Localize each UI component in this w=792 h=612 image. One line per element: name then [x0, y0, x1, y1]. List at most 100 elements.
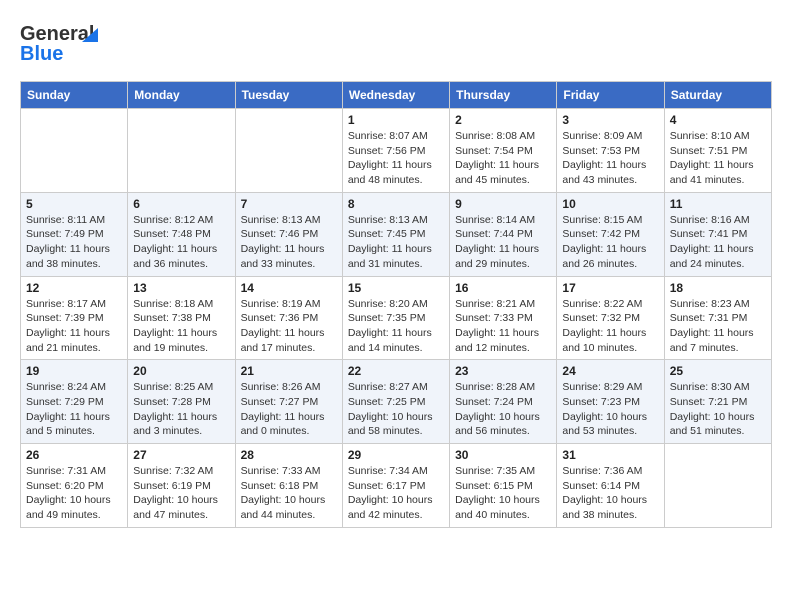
day-cell: 14 Sunrise: 8:19 AM Sunset: 7:36 PM Dayli…	[235, 276, 342, 360]
weekday-thursday: Thursday	[450, 82, 557, 109]
day-number: 22	[348, 364, 444, 378]
day-number: 6	[133, 197, 229, 211]
day-number: 19	[26, 364, 122, 378]
day-cell: 19 Sunrise: 8:24 AM Sunset: 7:29 PM Dayli…	[21, 360, 128, 444]
day-cell: 16Sunrise: 8:21 AM Sunset: 7:33 PM Dayli…	[450, 276, 557, 360]
day-info: Sunrise: 8:18 AM Sunset: 7:38 PM Dayligh…	[133, 297, 229, 356]
day-info: Sunrise: 8:26 AM Sunset: 7:27 PM Dayligh…	[241, 380, 337, 439]
week-row-4: 19 Sunrise: 8:24 AM Sunset: 7:29 PM Dayli…	[21, 360, 772, 444]
day-info: Sunrise: 8:27 AM Sunset: 7:25 PM Dayligh…	[348, 380, 444, 439]
day-cell: 9Sunrise: 8:14 AM Sunset: 7:44 PM Daylig…	[450, 192, 557, 276]
day-cell: 13 Sunrise: 8:18 AM Sunset: 7:38 PM Dayli…	[128, 276, 235, 360]
weekday-friday: Friday	[557, 82, 664, 109]
day-info: Sunrise: 8:11 AM Sunset: 7:49 PM Dayligh…	[26, 213, 122, 272]
day-info: Sunrise: 8:07 AM Sunset: 7:56 PM Dayligh…	[348, 129, 444, 188]
day-info: Sunrise: 8:08 AM Sunset: 7:54 PM Dayligh…	[455, 129, 551, 188]
day-cell: 7 Sunrise: 8:13 AM Sunset: 7:46 PM Daylig…	[235, 192, 342, 276]
day-cell: 27 Sunrise: 7:32 AM Sunset: 6:19 PM Dayli…	[128, 444, 235, 528]
day-info: Sunrise: 8:25 AM Sunset: 7:28 PM Dayligh…	[133, 380, 229, 439]
day-number: 24	[562, 364, 658, 378]
week-row-3: 12Sunrise: 8:17 AM Sunset: 7:39 PM Dayli…	[21, 276, 772, 360]
day-number: 3	[562, 113, 658, 127]
day-info: Sunrise: 8:19 AM Sunset: 7:36 PM Dayligh…	[241, 297, 337, 356]
day-number: 29	[348, 448, 444, 462]
day-cell: 30 Sunrise: 7:35 AM Sunset: 6:15 PM Dayli…	[450, 444, 557, 528]
day-cell: 12Sunrise: 8:17 AM Sunset: 7:39 PM Dayli…	[21, 276, 128, 360]
day-cell: 15Sunrise: 8:20 AM Sunset: 7:35 PM Dayli…	[342, 276, 449, 360]
day-cell	[664, 444, 771, 528]
day-info: Sunrise: 7:36 AM Sunset: 6:14 PM Dayligh…	[562, 464, 658, 523]
day-cell: 21Sunrise: 8:26 AM Sunset: 7:27 PM Dayli…	[235, 360, 342, 444]
day-info: Sunrise: 8:13 AM Sunset: 7:46 PM Dayligh…	[241, 213, 337, 272]
day-number: 2	[455, 113, 551, 127]
day-cell: 24Sunrise: 8:29 AM Sunset: 7:23 PM Dayli…	[557, 360, 664, 444]
day-number: 13	[133, 281, 229, 295]
weekday-tuesday: Tuesday	[235, 82, 342, 109]
day-number: 18	[670, 281, 766, 295]
day-info: Sunrise: 8:10 AM Sunset: 7:51 PM Dayligh…	[670, 129, 766, 188]
day-cell: 8 Sunrise: 8:13 AM Sunset: 7:45 PM Daylig…	[342, 192, 449, 276]
day-info: Sunrise: 7:33 AM Sunset: 6:18 PM Dayligh…	[241, 464, 337, 523]
day-number: 4	[670, 113, 766, 127]
day-number: 5	[26, 197, 122, 211]
day-cell: 17 Sunrise: 8:22 AM Sunset: 7:32 PM Dayli…	[557, 276, 664, 360]
day-info: Sunrise: 8:15 AM Sunset: 7:42 PM Dayligh…	[562, 213, 658, 272]
day-number: 7	[241, 197, 337, 211]
week-row-2: 5 Sunrise: 8:11 AM Sunset: 7:49 PM Daylig…	[21, 192, 772, 276]
day-cell: 31 Sunrise: 7:36 AM Sunset: 6:14 PM Dayli…	[557, 444, 664, 528]
day-number: 16	[455, 281, 551, 295]
weekday-sunday: Sunday	[21, 82, 128, 109]
day-number: 30	[455, 448, 551, 462]
day-info: Sunrise: 8:30 AM Sunset: 7:21 PM Dayligh…	[670, 380, 766, 439]
day-number: 9	[455, 197, 551, 211]
day-cell: 18 Sunrise: 8:23 AM Sunset: 7:31 PM Dayli…	[664, 276, 771, 360]
day-info: Sunrise: 8:28 AM Sunset: 7:24 PM Dayligh…	[455, 380, 551, 439]
day-number: 20	[133, 364, 229, 378]
day-number: 28	[241, 448, 337, 462]
day-cell	[21, 109, 128, 193]
day-info: Sunrise: 8:24 AM Sunset: 7:29 PM Dayligh…	[26, 380, 122, 439]
day-cell: 20 Sunrise: 8:25 AM Sunset: 7:28 PM Dayli…	[128, 360, 235, 444]
day-cell: 29 Sunrise: 7:34 AM Sunset: 6:17 PM Dayli…	[342, 444, 449, 528]
day-number: 8	[348, 197, 444, 211]
day-cell: 22 Sunrise: 8:27 AM Sunset: 7:25 PM Dayli…	[342, 360, 449, 444]
day-number: 11	[670, 197, 766, 211]
day-info: Sunrise: 8:13 AM Sunset: 7:45 PM Dayligh…	[348, 213, 444, 272]
day-info: Sunrise: 8:23 AM Sunset: 7:31 PM Dayligh…	[670, 297, 766, 356]
day-number: 27	[133, 448, 229, 462]
day-cell: 6 Sunrise: 8:12 AM Sunset: 7:48 PM Daylig…	[128, 192, 235, 276]
day-number: 31	[562, 448, 658, 462]
day-cell: 4 Sunrise: 8:10 AM Sunset: 7:51 PM Daylig…	[664, 109, 771, 193]
day-info: Sunrise: 7:35 AM Sunset: 6:15 PM Dayligh…	[455, 464, 551, 523]
day-cell: 26 Sunrise: 7:31 AM Sunset: 6:20 PM Dayli…	[21, 444, 128, 528]
day-cell: 11 Sunrise: 8:16 AM Sunset: 7:41 PM Dayli…	[664, 192, 771, 276]
day-cell: 23Sunrise: 8:28 AM Sunset: 7:24 PM Dayli…	[450, 360, 557, 444]
header: General Blue	[20, 16, 772, 71]
day-info: Sunrise: 8:22 AM Sunset: 7:32 PM Dayligh…	[562, 297, 658, 356]
logo: General Blue	[20, 16, 110, 71]
day-cell: 5 Sunrise: 8:11 AM Sunset: 7:49 PM Daylig…	[21, 192, 128, 276]
day-cell: 28 Sunrise: 7:33 AM Sunset: 6:18 PM Dayli…	[235, 444, 342, 528]
day-cell: 1 Sunrise: 8:07 AM Sunset: 7:56 PM Daylig…	[342, 109, 449, 193]
day-number: 1	[348, 113, 444, 127]
day-info: Sunrise: 8:16 AM Sunset: 7:41 PM Dayligh…	[670, 213, 766, 272]
calendar-table: SundayMondayTuesdayWednesdayThursdayFrid…	[20, 81, 772, 528]
weekday-saturday: Saturday	[664, 82, 771, 109]
weekday-monday: Monday	[128, 82, 235, 109]
day-info: Sunrise: 7:32 AM Sunset: 6:19 PM Dayligh…	[133, 464, 229, 523]
day-number: 26	[26, 448, 122, 462]
day-cell	[128, 109, 235, 193]
day-cell: 3 Sunrise: 8:09 AM Sunset: 7:53 PM Daylig…	[557, 109, 664, 193]
day-number: 14	[241, 281, 337, 295]
day-info: Sunrise: 7:34 AM Sunset: 6:17 PM Dayligh…	[348, 464, 444, 523]
weekday-header-row: SundayMondayTuesdayWednesdayThursdayFrid…	[21, 82, 772, 109]
logo-svg: General Blue	[20, 16, 110, 66]
day-info: Sunrise: 8:09 AM Sunset: 7:53 PM Dayligh…	[562, 129, 658, 188]
day-number: 10	[562, 197, 658, 211]
day-number: 17	[562, 281, 658, 295]
week-row-5: 26 Sunrise: 7:31 AM Sunset: 6:20 PM Dayli…	[21, 444, 772, 528]
day-info: Sunrise: 8:12 AM Sunset: 7:48 PM Dayligh…	[133, 213, 229, 272]
day-info: Sunrise: 7:31 AM Sunset: 6:20 PM Dayligh…	[26, 464, 122, 523]
svg-text:Blue: Blue	[20, 43, 63, 65]
day-info: Sunrise: 8:20 AM Sunset: 7:35 PM Dayligh…	[348, 297, 444, 356]
